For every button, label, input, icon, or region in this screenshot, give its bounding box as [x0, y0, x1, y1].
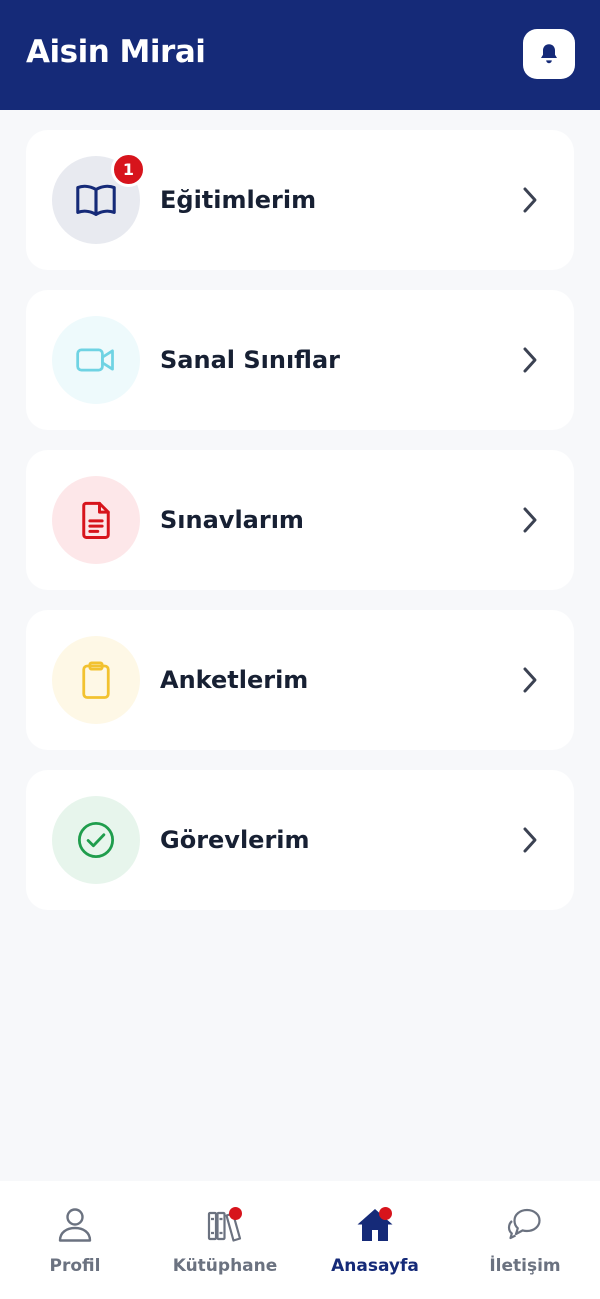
menu-item-gorevlerim[interactable]: Görevlerim	[26, 770, 574, 910]
menu-item-anketlerim[interactable]: Anketlerim	[26, 610, 574, 750]
chevron-right-icon	[523, 667, 537, 693]
menu-icon-circle	[52, 796, 140, 884]
menu-item-label: Sanal Sınıflar	[160, 346, 340, 374]
app-header: Aisin Mirai	[0, 0, 600, 110]
notification-badge: 1	[111, 152, 146, 187]
app-title: Aisin Mirai	[26, 34, 206, 70]
nav-item-anasayfa[interactable]: Anasayfa	[300, 1181, 450, 1299]
nav-label: İletişim	[489, 1256, 561, 1276]
menu-item-sanal-siniflar[interactable]: Sanal Sınıflar	[26, 290, 574, 430]
notifications-button[interactable]	[523, 29, 575, 79]
menu-icon-circle	[52, 636, 140, 724]
bottom-navigation: Profil Kütüphane Anasayfa İletişim	[0, 1181, 600, 1299]
nav-item-profil[interactable]: Profil	[0, 1181, 150, 1299]
chevron-right-icon	[523, 187, 537, 213]
menu-item-sinavlarim[interactable]: Sınavlarım	[26, 450, 574, 590]
chevron-right-icon	[523, 827, 537, 853]
video-camera-icon	[76, 348, 114, 372]
menu-icon-circle	[52, 316, 140, 404]
menu-item-egitimlerim[interactable]: 1 Eğitimlerim	[26, 130, 574, 270]
menu-item-label: Sınavlarım	[160, 506, 304, 534]
nav-item-kutuphane[interactable]: Kütüphane	[150, 1181, 300, 1299]
nav-item-iletisim[interactable]: İletişim	[450, 1181, 600, 1299]
menu-icon-circle	[52, 476, 140, 564]
chevron-right-icon	[523, 347, 537, 373]
check-circle-icon	[77, 821, 115, 859]
menu-item-label: Anketlerim	[160, 666, 309, 694]
notification-dot	[229, 1207, 242, 1220]
clipboard-icon	[82, 661, 110, 699]
user-icon	[58, 1208, 92, 1242]
chevron-right-icon	[523, 507, 537, 533]
menu-item-label: Görevlerim	[160, 826, 310, 854]
nav-label: Kütüphane	[172, 1256, 278, 1276]
nav-label: Anasayfa	[331, 1256, 419, 1276]
chat-icon	[507, 1208, 541, 1240]
nav-label: Profil	[49, 1256, 101, 1276]
menu-item-label: Eğitimlerim	[160, 186, 317, 214]
book-open-icon	[76, 184, 116, 216]
notification-dot	[379, 1207, 392, 1220]
document-icon	[82, 501, 110, 539]
bell-icon	[541, 44, 557, 64]
